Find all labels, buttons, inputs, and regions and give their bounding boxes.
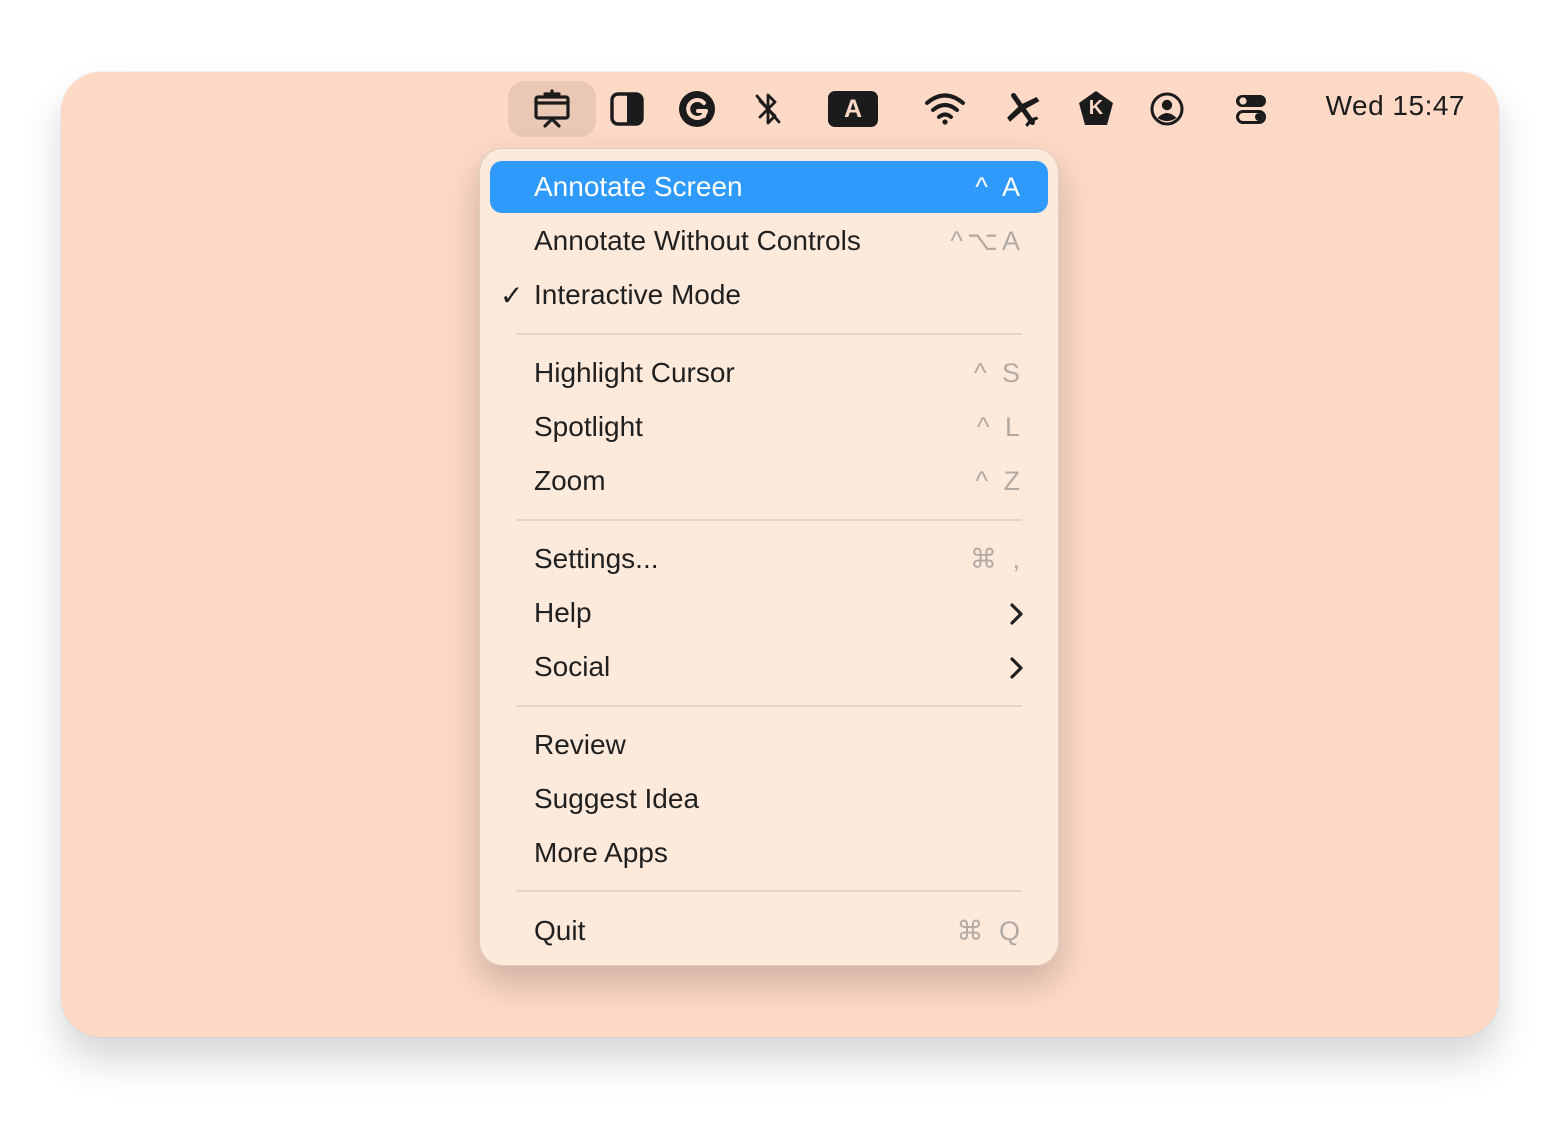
- menu-item-quit[interactable]: Quit ⌘ Q: [490, 905, 1048, 957]
- menu-item-label: Zoom: [534, 465, 606, 496]
- bluetooth-off-icon: [753, 90, 783, 128]
- input-source-letter: A: [843, 94, 863, 123]
- menu-item-label: Social: [534, 651, 611, 682]
- user-account-icon: [1149, 91, 1185, 127]
- wifi-icon: [924, 92, 966, 126]
- chevron-right-icon: [1008, 601, 1024, 633]
- grammarly-menu-extra[interactable]: [675, 81, 719, 137]
- menu-bar: A K Wed 15:47: [61, 72, 1499, 146]
- menu-item-label: Spotlight: [534, 411, 643, 442]
- menu-item-annotate-without-controls[interactable]: Annotate Without Controls ^⌥A: [490, 215, 1048, 267]
- grammarly-icon: [677, 89, 717, 129]
- menu-item-shortcut: ^ Z: [975, 465, 1024, 496]
- airplane-menu-extra[interactable]: [1001, 81, 1045, 137]
- menu-separator: [516, 705, 1022, 707]
- menu-item-help[interactable]: Help: [490, 587, 1048, 639]
- chevron-right-icon: [1008, 655, 1024, 687]
- menu-item-spotlight[interactable]: Spotlight ^ L: [490, 401, 1048, 453]
- dropdown-menu: Annotate Screen ^ A Annotate Without Con…: [479, 148, 1059, 966]
- menu-item-interactive-mode[interactable]: ✓ Interactive Mode: [490, 269, 1048, 321]
- control-center-icon: [1234, 92, 1268, 126]
- menu-item-label: Quit: [534, 915, 586, 946]
- wifi-menu-extra[interactable]: [923, 81, 967, 137]
- menu-item-annotate-screen[interactable]: Annotate Screen ^ A: [490, 161, 1048, 213]
- menu-item-label: Highlight Cursor: [534, 357, 735, 388]
- menu-item-label: Annotate Without Controls: [534, 225, 861, 256]
- menu-item-settings[interactable]: Settings... ⌘ ,: [490, 533, 1048, 585]
- menu-item-shortcut: ^⌥A: [950, 225, 1024, 256]
- menu-separator: [516, 519, 1022, 521]
- menu-item-highlight-cursor[interactable]: Highlight Cursor ^ S: [490, 347, 1048, 399]
- menu-item-label: Suggest Idea: [534, 783, 700, 814]
- menu-item-label: Review: [534, 729, 626, 760]
- menu-item-shortcut: ⌘ Q: [956, 915, 1024, 946]
- user-menu-extra[interactable]: [1147, 81, 1187, 137]
- contrast-menu-extra[interactable]: [605, 81, 649, 137]
- menu-item-label: Annotate Screen: [534, 171, 743, 202]
- menu-item-label: Help: [534, 597, 592, 628]
- k-app-menu-extra[interactable]: K: [1074, 81, 1118, 137]
- k-app-letter: K: [1088, 97, 1104, 119]
- menu-bar-clock[interactable]: Wed 15:47: [1326, 90, 1465, 122]
- menu-separator: [516, 333, 1022, 335]
- presentation-menu-extra[interactable]: [508, 81, 596, 137]
- bluetooth-menu-extra[interactable]: [750, 81, 786, 137]
- desktop-window: A K Wed 15:47 Annotate Screen ^ A Annota…: [61, 72, 1499, 1037]
- menu-item-shortcut: ^ A: [975, 171, 1024, 202]
- menu-item-suggest-idea[interactable]: Suggest Idea: [490, 773, 1048, 825]
- menu-item-more-apps[interactable]: More Apps: [490, 827, 1048, 879]
- checkmark-icon: ✓: [500, 279, 524, 311]
- menu-item-zoom[interactable]: Zoom ^ Z: [490, 455, 1048, 507]
- menu-item-shortcut: ^ L: [976, 411, 1024, 442]
- menu-item-label: More Apps: [534, 837, 668, 868]
- k-app-icon: K: [1076, 89, 1116, 129]
- menu-item-review[interactable]: Review: [490, 719, 1048, 771]
- menu-item-shortcut: ⌘ ,: [969, 543, 1024, 574]
- airplane-icon: [1002, 88, 1044, 130]
- presentation-icon: [533, 89, 571, 129]
- keyboard-input-icon: A: [828, 91, 878, 127]
- menu-separator: [516, 890, 1022, 892]
- input-source-menu-extra[interactable]: A: [827, 81, 879, 137]
- contrast-icon: [609, 91, 645, 127]
- control-center-menu-extra[interactable]: [1229, 81, 1273, 137]
- menu-item-social[interactable]: Social: [490, 641, 1048, 693]
- menu-item-shortcut: ^ S: [973, 357, 1024, 388]
- menu-item-label: Settings...: [534, 543, 659, 574]
- menu-item-label: Interactive Mode: [534, 279, 741, 310]
